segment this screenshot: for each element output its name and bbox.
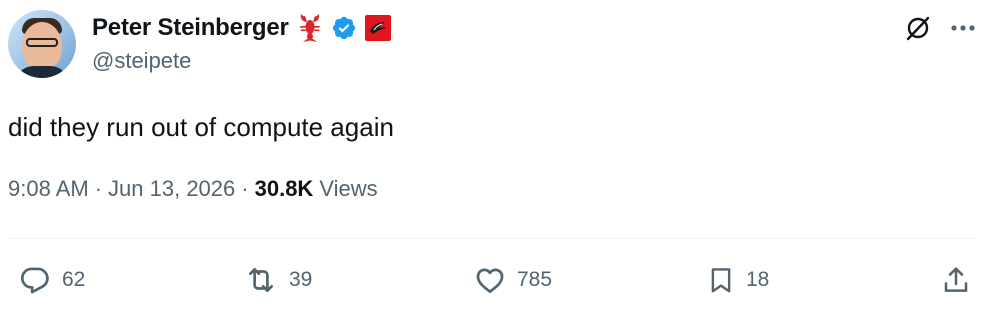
- divider: [8, 238, 976, 239]
- views-label: Views: [319, 176, 378, 201]
- bookmark-icon: [706, 263, 736, 297]
- views-count: 30.8K: [254, 176, 314, 201]
- tweet-meta: 9:08 AM · Jun 13, 2026 · 30.8K Views: [8, 176, 378, 202]
- bookmark-button[interactable]: 18: [706, 258, 769, 302]
- tweet-date[interactable]: Jun 13, 2026: [108, 176, 235, 202]
- retweet-count: 39: [289, 268, 313, 291]
- share-icon: [940, 263, 972, 297]
- meta-separator: ·: [241, 176, 249, 201]
- author-name-row: Peter Steinberger: [92, 12, 391, 44]
- retweet-icon: [243, 263, 279, 297]
- author-display-name[interactable]: Peter Steinberger: [92, 14, 289, 42]
- reply-count: 62: [62, 268, 86, 291]
- author-handle[interactable]: @steipete: [92, 48, 191, 74]
- like-count: 785: [517, 268, 553, 291]
- red-flag-icon: [364, 15, 391, 41]
- like-button[interactable]: 785: [473, 258, 552, 302]
- avatar-shirt: [14, 66, 70, 78]
- share-button[interactable]: [940, 258, 972, 302]
- verified-badge-icon[interactable]: [331, 15, 357, 41]
- retweet-button[interactable]: 39: [243, 258, 312, 302]
- reply-button[interactable]: 62: [18, 258, 85, 302]
- reply-icon: [18, 263, 52, 297]
- meta-separator: ·: [94, 176, 103, 201]
- heart-icon: [473, 263, 507, 297]
- tweet-time[interactable]: 9:08 AM: [8, 176, 89, 202]
- grok-icon[interactable]: [904, 14, 932, 42]
- tweet-actions: 62 39 785 18: [18, 258, 972, 302]
- more-icon[interactable]: [950, 24, 976, 32]
- header-actions: [904, 14, 976, 42]
- tweet-text: did they run out of compute again: [8, 112, 394, 142]
- avatar-glasses: [26, 38, 58, 47]
- avatar[interactable]: [8, 10, 76, 78]
- lobster-emoji-icon: [297, 13, 323, 43]
- bookmark-count: 18: [746, 268, 770, 291]
